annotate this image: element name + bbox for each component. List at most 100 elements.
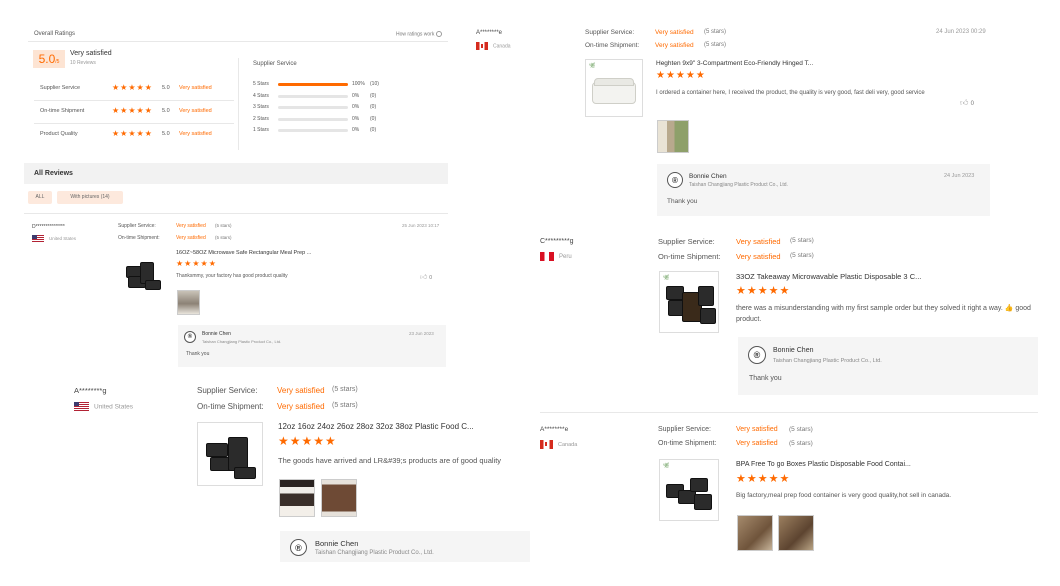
review-text: I ordered a container here, I received t… [656, 90, 925, 96]
ontime-value: Very satisfied [736, 252, 781, 261]
ontime-stars: (5 stars) [789, 440, 813, 447]
metric-score: 5.0 [162, 131, 170, 137]
review-photo[interactable] [657, 120, 689, 153]
breakdown-bar-fill [278, 83, 348, 86]
supplier-service-value: Very satisfied [736, 426, 778, 433]
ontime-label: On-time Shipment: [118, 235, 160, 241]
supplier-service-value: Very satisfied [176, 223, 206, 229]
product-title-link[interactable]: BPA Free To go Boxes Plastic Disposable … [736, 461, 911, 468]
thumbs-up-button[interactable]: 👍︎ 0 [960, 98, 974, 108]
breakdown-count: (0) [370, 127, 377, 133]
product-thumbnail[interactable] [118, 250, 170, 298]
help-circle-icon [435, 31, 442, 37]
review-photo[interactable] [321, 479, 357, 517]
seller-reply: ® Bonnie Chen Taishan Changjiang Plastic… [657, 164, 990, 216]
supplier-service-value: Very satisfied [736, 237, 781, 246]
breakdown-count: (0) [370, 92, 377, 99]
ontime-label: On-time Shipment: [585, 42, 640, 49]
all-reviews-header: All Reviews [24, 163, 448, 184]
seller-avatar-icon: ® [290, 539, 307, 556]
ontime-value: Very satisfied [277, 402, 325, 411]
thumbs-up-count: 0 [970, 101, 974, 107]
breakdown-row: 2 Stars 0% (0) [253, 116, 433, 125]
ontime-value: Very satisfied [736, 440, 778, 447]
reply-company: Taishan Changjiang Plastic Product Co., … [773, 358, 882, 364]
review-text: Big factory,meal prep food container is … [736, 492, 952, 499]
breakdown-percent: 0% [352, 92, 360, 99]
supplier-service-value: Very satisfied [277, 386, 325, 395]
how-ratings-link[interactable]: How ratings work [396, 31, 442, 37]
metric-word: Very satisfied [179, 108, 212, 114]
seller-avatar-icon: ® [748, 346, 766, 364]
ontime-label: On-time Shipment: [658, 252, 721, 261]
breakdown-label: 4 Stars [253, 92, 269, 99]
filter-all-button[interactable]: ALL [28, 191, 52, 204]
product-thumbnail[interactable] [197, 422, 263, 486]
supplier-service-stars: (5 stars) [789, 426, 813, 433]
country-label: United States [49, 236, 77, 242]
review-text: Thanksmmy, your factory has good product… [176, 273, 288, 279]
breakdown-label: 3 Stars [253, 104, 269, 110]
review-stars: ★★★★★ [736, 473, 791, 485]
eco-leaf-icon: 🌿︎ [663, 275, 670, 281]
review-stars: ★★★★★ [656, 70, 706, 81]
country-label: Canada [558, 441, 578, 448]
product-title-link[interactable]: 33OZ Takeaway Microwavable Plastic Dispo… [736, 272, 921, 281]
overall-score: 5.0 [38, 52, 56, 66]
breakdown-percent: 100% [352, 81, 365, 87]
review-date: 25 Jun 2023 10:17 [402, 223, 440, 228]
peru-flag-icon [540, 252, 554, 261]
review-user: A********e [540, 426, 569, 433]
review-text: The goods have arrived and LR&#39;s prod… [278, 456, 502, 465]
product-thumbnail[interactable]: 🌿︎ [585, 59, 643, 117]
supplier-service-label: Supplier Service: [118, 223, 156, 229]
breakdown-label: 1 Stars [253, 127, 269, 133]
ontime-stars: (5 stars) [790, 252, 814, 259]
seller-reply: ® Bonnie Chen Taishan Changjiang Plastic… [178, 325, 446, 367]
review-photo[interactable] [177, 290, 200, 315]
filter-pictures-button[interactable]: With pictures (14) [57, 191, 123, 204]
reply-name: Bonnie Chen [773, 347, 814, 354]
breakdown-percent: 0% [352, 115, 360, 122]
product-thumbnail[interactable]: 🌿︎ [659, 271, 719, 333]
product-thumbnail[interactable]: 🌿︎ [659, 459, 719, 521]
review-photo[interactable] [737, 515, 773, 551]
supplier-service-stars: (5 stars) [704, 29, 727, 35]
ontime-value: Very satisfied [655, 42, 694, 49]
reply-text: Thank you [749, 375, 782, 382]
thumbs-up-icon: 👍︎ [420, 274, 428, 281]
product-title-link[interactable]: 16OZ~58OZ Microwave Safe Rectangular Mea… [176, 250, 311, 256]
divider [238, 58, 239, 150]
overall-score-suffix: /5 [55, 59, 60, 65]
overall-summary: Very satisfied [70, 50, 112, 57]
breakdown-percent: 0% [352, 104, 360, 110]
metric-row: Supplier Service ★★★★★ 5.0 Very satisfie… [40, 83, 240, 95]
eco-leaf-icon: 🌿︎ [663, 463, 670, 469]
review-stars: ★★★★★ [736, 285, 791, 297]
canada-flag-icon [476, 42, 488, 50]
review-stars: ★★★★★ [176, 259, 217, 268]
how-ratings-label: How ratings work [396, 31, 435, 38]
breakdown-percent: 0% [352, 127, 360, 133]
metric-word: Very satisfied [179, 131, 212, 137]
review-country: Peru [540, 252, 572, 261]
reply-company: Taishan Changjiang Plastic Product Co., … [315, 550, 434, 556]
thumbs-up-icon: 👍︎ [960, 98, 969, 107]
supplier-service-label: Supplier Service: [658, 426, 711, 433]
metric-word: Very satisfied [179, 85, 212, 91]
metric-label: Supplier Service [40, 85, 81, 91]
thumbs-up-button[interactable]: 👍︎ 0 [420, 272, 432, 281]
product-title-link[interactable]: 12oz 16oz 24oz 26oz 28oz 32oz 38oz Plast… [278, 422, 474, 431]
review-photo[interactable] [778, 515, 814, 551]
review-user: C*********g [540, 238, 574, 245]
review-country: United States [74, 402, 133, 412]
overall-reviews-count: 10 Reviews [70, 60, 96, 66]
reply-text: Thank you [186, 351, 210, 357]
review-photo[interactable] [279, 479, 315, 517]
product-title-link[interactable]: Heghten 9x9" 3-Compartment Eco-Friendly … [656, 60, 813, 67]
ontime-stars: (5 stars) [704, 42, 727, 48]
supplier-service-stars: (5 stars) [332, 386, 358, 393]
supplier-service-label: Supplier Service: [658, 237, 715, 246]
breakdown-count: (0) [370, 115, 377, 122]
canada-flag-icon [540, 440, 553, 449]
